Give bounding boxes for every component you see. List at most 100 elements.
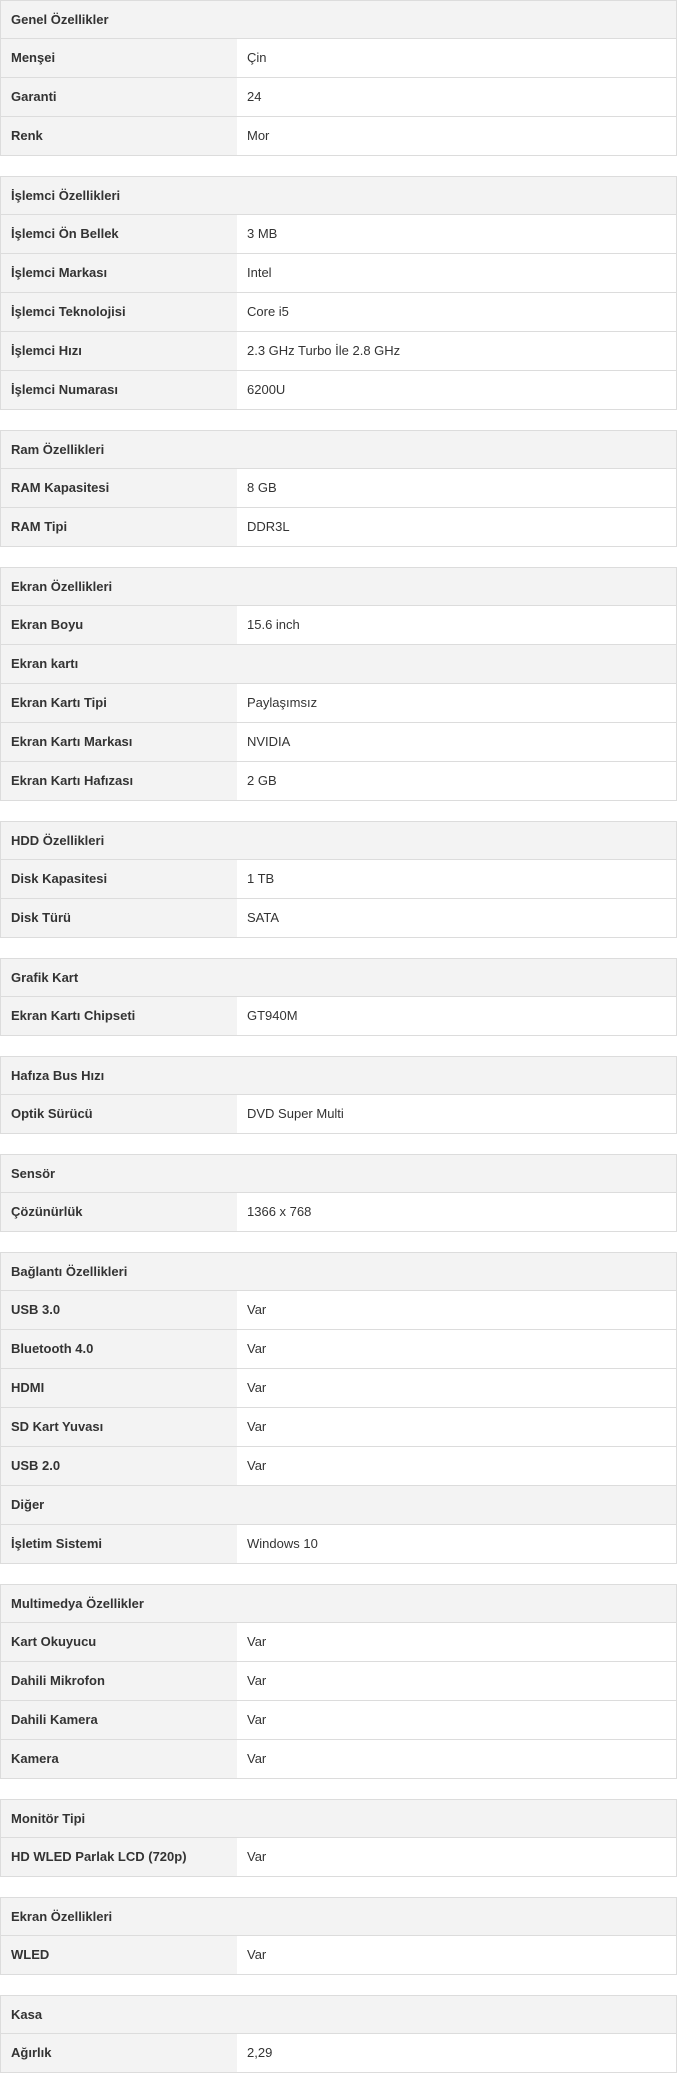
spec-value: Çin	[237, 39, 676, 77]
spec-row: İşletim Sistemi Windows 10	[1, 1525, 676, 1563]
spec-section: Genel Özellikler Menşei Çin Garanti 24 Renk Mo…	[0, 0, 677, 156]
spec-section: İşlemci Özellikleri İşlemci Ön Bellek 3 MB…	[0, 176, 677, 410]
spec-label: İşlemci Numarası	[1, 371, 237, 409]
spec-label: Ekran Kartı Chipseti	[1, 997, 237, 1035]
spec-row: Dahili Kamera Var	[1, 1701, 676, 1740]
spec-section: Bağlantı Özellikleri USB 3.0 Var Bluetooth …	[0, 1252, 677, 1564]
spec-value: Var	[237, 1662, 676, 1700]
spec-value: NVIDIA	[237, 723, 676, 761]
spec-row: İşlemci Ön Bellek 3 MB	[1, 215, 676, 254]
spec-row: Kart Okuyucu Var	[1, 1623, 676, 1662]
spec-section-title: Kasa	[1, 1996, 676, 2034]
spec-value: 15.6 inch	[237, 606, 676, 644]
spec-section: Hafıza Bus Hızı Optik Sürücü DVD Super Mul…	[0, 1056, 677, 1134]
spec-section-title: Ram Özellikleri	[1, 431, 676, 469]
spec-value: 2,29	[237, 2034, 676, 2072]
spec-label: Kart Okuyucu	[1, 1623, 237, 1661]
spec-value: Var	[237, 1369, 676, 1407]
spec-label: Renk	[1, 117, 237, 155]
spec-section: Ekran Özellikleri Ekran Boyu 15.6 inch Ekra…	[0, 567, 677, 801]
spec-section-title: Monitör Tipi	[1, 1800, 676, 1838]
spec-value: GT940M	[237, 997, 676, 1035]
spec-value: Var	[237, 1291, 676, 1329]
spec-row: Ekran Boyu 15.6 inch	[1, 606, 676, 645]
spec-value: 8 GB	[237, 469, 676, 507]
spec-value: Var	[237, 1447, 676, 1485]
spec-label: SD Kart Yuvası	[1, 1408, 237, 1446]
spec-list: Genel Özellikler Menşei Çin Garanti 24 Renk Mo…	[0, 0, 680, 2073]
spec-label: Ekran Kartı Markası	[1, 723, 237, 761]
spec-subheader: Diğer	[1, 1486, 676, 1525]
spec-row: Disk Türü SATA	[1, 899, 676, 937]
spec-section: Sensör Çözünürlük 1366 x 768	[0, 1154, 677, 1232]
spec-value: DVD Super Multi	[237, 1095, 676, 1133]
spec-label: İşlemci Hızı	[1, 332, 237, 370]
spec-label: Çözünürlük	[1, 1193, 237, 1231]
spec-row: Ekran Kartı Markası NVIDIA	[1, 723, 676, 762]
spec-row: USB 3.0 Var	[1, 1291, 676, 1330]
spec-label: RAM Tipi	[1, 508, 237, 546]
spec-value: Var	[237, 1936, 676, 1974]
spec-row: Ekran Kartı Tipi Paylaşımsız	[1, 684, 676, 723]
spec-label: İşlemci Ön Bellek	[1, 215, 237, 253]
spec-row: USB 2.0 Var	[1, 1447, 676, 1486]
spec-value: Var	[237, 1330, 676, 1368]
spec-value: Windows 10	[237, 1525, 676, 1563]
spec-section: Multimedya Özellikler Kart Okuyucu Var Dahi…	[0, 1584, 677, 1779]
spec-label: Disk Kapasitesi	[1, 860, 237, 898]
spec-subheader: Ekran kartı	[1, 645, 676, 684]
spec-row: Ekran Kartı Chipseti GT940M	[1, 997, 676, 1035]
spec-label: Bluetooth 4.0	[1, 1330, 237, 1368]
spec-section-title: Hafıza Bus Hızı	[1, 1057, 676, 1095]
spec-label: Ağırlık	[1, 2034, 237, 2072]
spec-section: Ram Özellikleri RAM Kapasitesi 8 GB RAM Tip…	[0, 430, 677, 547]
spec-label: RAM Kapasitesi	[1, 469, 237, 507]
spec-section-title: İşlemci Özellikleri	[1, 177, 676, 215]
spec-value: 24	[237, 78, 676, 116]
spec-section: Grafik Kart Ekran Kartı Chipseti GT940M	[0, 958, 677, 1036]
spec-value: 2.3 GHz Turbo İle 2.8 GHz	[237, 332, 676, 370]
spec-label: Garanti	[1, 78, 237, 116]
spec-value: 3 MB	[237, 215, 676, 253]
spec-row: RAM Tipi DDR3L	[1, 508, 676, 546]
spec-row: Optik Sürücü DVD Super Multi	[1, 1095, 676, 1133]
spec-label: WLED	[1, 1936, 237, 1974]
spec-section-title: Genel Özellikler	[1, 1, 676, 39]
spec-value: Var	[237, 1408, 676, 1446]
spec-value: Intel	[237, 254, 676, 292]
spec-row: SD Kart Yuvası Var	[1, 1408, 676, 1447]
spec-label: Optik Sürücü	[1, 1095, 237, 1133]
spec-label: İşlemci Teknolojisi	[1, 293, 237, 331]
spec-value: Paylaşımsız	[237, 684, 676, 722]
spec-section-title: Bağlantı Özellikleri	[1, 1253, 676, 1291]
spec-value: Var	[237, 1701, 676, 1739]
spec-section-title: Ekran Özellikleri	[1, 568, 676, 606]
spec-row: HD WLED Parlak LCD (720p) Var	[1, 1838, 676, 1876]
spec-value: 6200U	[237, 371, 676, 409]
spec-section-title: HDD Özellikleri	[1, 822, 676, 860]
spec-row: Garanti 24	[1, 78, 676, 117]
spec-label: İşlemci Markası	[1, 254, 237, 292]
spec-value: Mor	[237, 117, 676, 155]
spec-row: Ekran Kartı Hafızası 2 GB	[1, 762, 676, 800]
spec-value: DDR3L	[237, 508, 676, 546]
spec-value: 1366 x 768	[237, 1193, 676, 1231]
spec-section-title: Sensör	[1, 1155, 676, 1193]
spec-label: Dahili Kamera	[1, 1701, 237, 1739]
spec-section: Monitör Tipi HD WLED Parlak LCD (720p) Var	[0, 1799, 677, 1877]
spec-value: SATA	[237, 899, 676, 937]
spec-label: HD WLED Parlak LCD (720p)	[1, 1838, 237, 1876]
spec-section-title: Grafik Kart	[1, 959, 676, 997]
spec-row: Renk Mor	[1, 117, 676, 155]
spec-row: Menşei Çin	[1, 39, 676, 78]
spec-row: İşlemci Teknolojisi Core i5	[1, 293, 676, 332]
spec-row: Kamera Var	[1, 1740, 676, 1778]
spec-section: Ekran Özellikleri WLED Var	[0, 1897, 677, 1975]
spec-section-title: Ekran Özellikleri	[1, 1898, 676, 1936]
spec-label: Dahili Mikrofon	[1, 1662, 237, 1700]
spec-value: 2 GB	[237, 762, 676, 800]
spec-row: Çözünürlük 1366 x 768	[1, 1193, 676, 1231]
spec-label: Menşei	[1, 39, 237, 77]
spec-value: Core i5	[237, 293, 676, 331]
spec-section-title: Multimedya Özellikler	[1, 1585, 676, 1623]
